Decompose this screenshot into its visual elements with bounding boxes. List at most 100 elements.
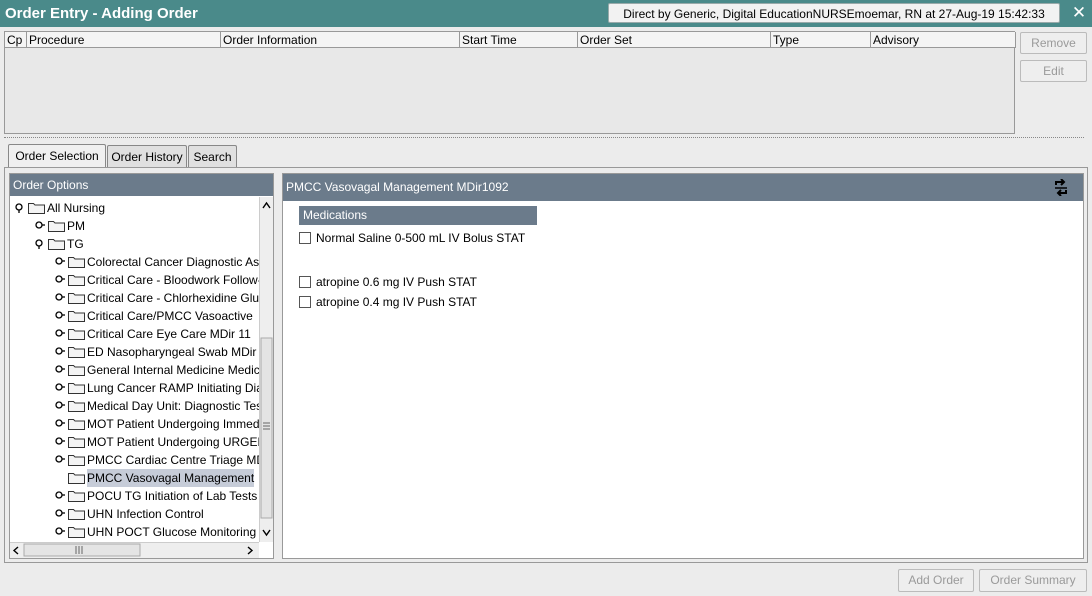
tab-order-selection[interactable]: Order Selection bbox=[8, 144, 106, 168]
tree-node[interactable]: Colorectal Cancer Diagnostic Assessment bbox=[10, 253, 259, 271]
order-summary-button[interactable]: Order Summary bbox=[979, 569, 1087, 592]
expand-icon[interactable] bbox=[55, 437, 65, 447]
tree-node[interactable]: General Internal Medicine Medical bbox=[10, 361, 259, 379]
folder-icon bbox=[48, 221, 65, 232]
medications-section-header: Medications bbox=[299, 206, 537, 225]
order-table: Cp Procedure Order Information Start Tim… bbox=[4, 31, 1016, 134]
scroll-thumb bbox=[260, 337, 273, 519]
tree-node[interactable]: UHN POCT Glucose Monitoring bbox=[10, 523, 259, 541]
tree-node-label: ED Nasopharyngeal Swab MDir bbox=[87, 345, 257, 359]
scroll-right-icon bbox=[247, 546, 254, 555]
tab-order-history[interactable]: Order History bbox=[107, 145, 187, 167]
tree-node-label: TG bbox=[67, 237, 84, 251]
expand-icon[interactable] bbox=[55, 257, 65, 267]
column-header-type[interactable]: Type bbox=[771, 32, 871, 48]
refresh-icon[interactable] bbox=[1052, 179, 1070, 196]
vertical-scrollbar-graphic bbox=[260, 201, 273, 537]
expand-icon[interactable] bbox=[55, 383, 65, 393]
expand-icon[interactable] bbox=[35, 221, 45, 231]
expand-icon[interactable] bbox=[55, 455, 65, 465]
expand-icon[interactable] bbox=[55, 401, 65, 411]
expand-icon[interactable] bbox=[55, 275, 65, 285]
tree-node[interactable]: Critical Care Eye Care MDir 11 bbox=[10, 325, 259, 343]
order-detail-panel: PMCC Vasovagal Management MDir1092 Medic… bbox=[282, 173, 1084, 559]
column-header-start-time[interactable]: Start Time bbox=[460, 32, 578, 48]
window-title: Order Entry - Adding Order bbox=[5, 5, 198, 22]
column-header-order-information[interactable]: Order Information bbox=[221, 32, 460, 48]
scroll-down-icon bbox=[262, 529, 271, 537]
collapse-icon[interactable] bbox=[15, 203, 25, 213]
tree-node[interactable]: Lung Cancer RAMP Initiating Diagnostic bbox=[10, 379, 259, 397]
folder-icon bbox=[68, 401, 85, 412]
tree-node-label: POCU TG Initiation of Lab Tests bbox=[87, 489, 258, 503]
tree-node-label: Medical Day Unit: Diagnostic Tests bbox=[87, 399, 259, 413]
horizontal-scrollbar[interactable] bbox=[10, 542, 259, 558]
expand-icon[interactable] bbox=[55, 365, 65, 375]
order-options-tree[interactable]: All Nursing PM TG Colorectal Cancer Diagnos… bbox=[10, 197, 259, 542]
vertical-scrollbar[interactable] bbox=[259, 197, 273, 542]
expand-icon[interactable] bbox=[55, 491, 65, 501]
column-header-order-set[interactable]: Order Set bbox=[578, 32, 771, 48]
folder-icon bbox=[48, 239, 65, 250]
med-label: Normal Saline 0-500 mL IV Bolus STAT bbox=[316, 231, 526, 245]
expand-icon[interactable] bbox=[55, 527, 65, 537]
tree-node-label: UHN Infection Control bbox=[87, 507, 204, 521]
tree-node[interactable]: Critical Care/PMCC Vasoactive bbox=[10, 307, 259, 325]
tree-node[interactable]: All Nursing bbox=[10, 199, 259, 217]
med-checkbox[interactable] bbox=[299, 276, 311, 288]
close-icon[interactable]: ✕ bbox=[1070, 3, 1088, 23]
folder-icon bbox=[68, 311, 85, 322]
tree-node[interactable]: POCU TG Initiation of Lab Tests bbox=[10, 487, 259, 505]
horizontal-scrollbar-graphic bbox=[12, 543, 254, 557]
order-table-header: Cp Procedure Order Information Start Tim… bbox=[5, 32, 1016, 49]
tree-node[interactable]: PM bbox=[10, 217, 259, 235]
column-header-advisory[interactable]: Advisory bbox=[871, 32, 1016, 48]
med-checkbox[interactable] bbox=[299, 232, 311, 244]
folder-icon bbox=[68, 419, 85, 430]
med-label: atropine 0.4 mg IV Push STAT bbox=[316, 295, 477, 309]
tree-node-label: Critical Care/PMCC Vasoactive bbox=[87, 309, 253, 323]
tree-node[interactable]: ED Nasopharyngeal Swab MDir bbox=[10, 343, 259, 361]
folder-icon bbox=[68, 383, 85, 394]
tree-node[interactable]: PMCC Vasovagal Management bbox=[10, 469, 259, 487]
tree-node-label: All Nursing bbox=[47, 201, 106, 215]
tree-node[interactable]: MOT Patient Undergoing URGENT bbox=[10, 433, 259, 451]
expand-icon[interactable] bbox=[55, 311, 65, 321]
add-order-button[interactable]: Add Order bbox=[898, 569, 974, 592]
expand-icon[interactable] bbox=[55, 329, 65, 339]
med-checkbox[interactable] bbox=[299, 296, 311, 308]
tree-node-label: UHN POCT Glucose Monitoring bbox=[87, 525, 257, 539]
column-header-procedure[interactable]: Procedure bbox=[27, 32, 221, 48]
detail-title: PMCC Vasovagal Management MDir1092 bbox=[286, 180, 509, 194]
tree-node-label: General Internal Medicine Medical bbox=[87, 363, 259, 377]
tree-node-label: PMCC Vasovagal Management bbox=[87, 469, 255, 487]
tree-node[interactable]: UHN Infection Control bbox=[10, 505, 259, 523]
column-header-cp[interactable]: Cp bbox=[5, 32, 27, 48]
folder-icon bbox=[28, 203, 45, 214]
folder-icon bbox=[68, 329, 85, 340]
expand-icon[interactable] bbox=[55, 509, 65, 519]
remove-button[interactable]: Remove bbox=[1020, 32, 1087, 54]
tree-node[interactable]: Medical Day Unit: Diagnostic Tests bbox=[10, 397, 259, 415]
tree-node[interactable]: Critical Care - Chlorhexidine Gluconate bbox=[10, 289, 259, 307]
tree-node[interactable]: PMCC Cardiac Centre Triage MDir bbox=[10, 451, 259, 469]
expand-icon[interactable] bbox=[55, 347, 65, 357]
order-options-header: Order Options bbox=[10, 174, 273, 196]
expand-icon[interactable] bbox=[55, 419, 65, 429]
splitter[interactable] bbox=[4, 137, 1084, 138]
collapse-icon[interactable] bbox=[35, 239, 45, 249]
folder-icon bbox=[68, 491, 85, 502]
tree-node-label: Critical Care Eye Care MDir 11 bbox=[87, 327, 251, 341]
expand-icon[interactable] bbox=[55, 293, 65, 303]
med-label: atropine 0.6 mg IV Push STAT bbox=[316, 275, 477, 289]
tab-search[interactable]: Search bbox=[188, 145, 237, 167]
tree-node[interactable]: MOT Patient Undergoing Immediate bbox=[10, 415, 259, 433]
folder-icon bbox=[68, 527, 85, 538]
detail-header: PMCC Vasovagal Management MDir1092 bbox=[283, 174, 1083, 201]
tree-node[interactable]: Critical Care - Bloodwork Follow-up bbox=[10, 271, 259, 289]
direct-by-button[interactable]: Direct by Generic, Digital EducationNURS… bbox=[608, 3, 1060, 23]
order-options-panel: Order Options All Nursing PM TG Colorectal … bbox=[9, 173, 274, 559]
edit-button[interactable]: Edit bbox=[1020, 60, 1087, 82]
tree-node-label: MOT Patient Undergoing URGENT bbox=[87, 435, 259, 449]
tree-node[interactable]: TG bbox=[10, 235, 259, 253]
